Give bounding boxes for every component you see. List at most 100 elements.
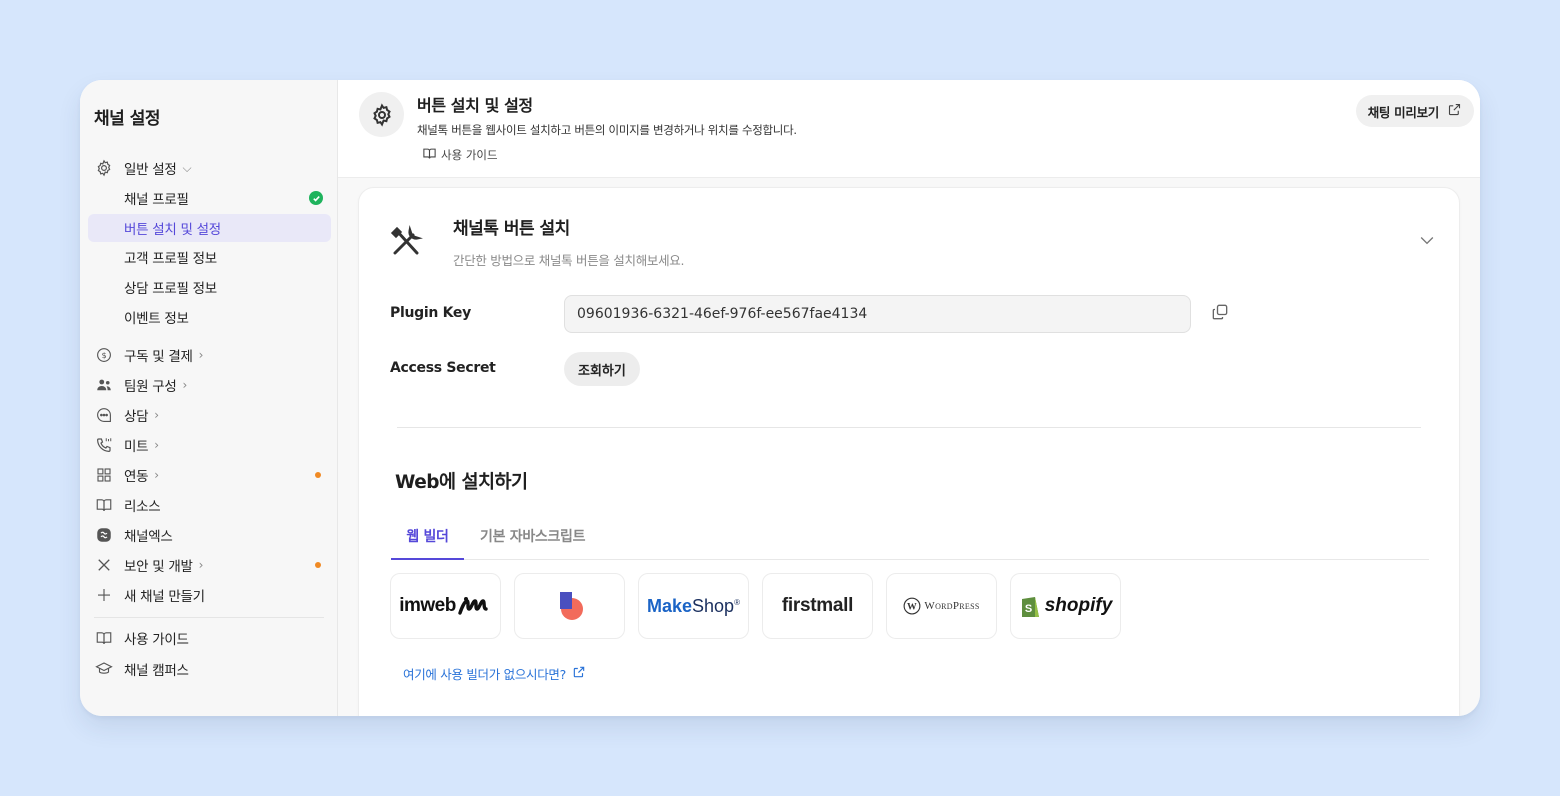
sidebar-item-label: 채널엑스 bbox=[124, 529, 173, 545]
builder-imweb[interactable]: imweb bbox=[390, 573, 501, 639]
book-icon bbox=[422, 146, 437, 164]
check-circle-icon bbox=[309, 191, 323, 205]
sidebar-title: 채널 설정 bbox=[94, 109, 160, 129]
notification-dot bbox=[315, 472, 321, 478]
channelx-icon bbox=[94, 525, 114, 545]
svg-text:S: S bbox=[1025, 603, 1032, 615]
install-tabs: 웹 빌더 기본 자바스크립트 bbox=[391, 522, 1429, 560]
app-window: 채널 설정 일반 설정 ⌵ 채널 프로필 버튼 설치 및 설정 고객 프로필 정… bbox=[80, 80, 1480, 716]
sidebar-item-channelx[interactable]: 채널엑스 bbox=[88, 521, 331, 549]
gear-icon bbox=[359, 92, 404, 137]
sidebar-item-label: 미트 bbox=[124, 439, 149, 455]
sidebar-item-label: 팀원 구성 bbox=[124, 379, 177, 395]
shopify-logo: S shopify bbox=[1019, 593, 1112, 619]
guide-link-label: 사용 가이드 bbox=[441, 148, 498, 162]
sidebar-item-billing[interactable]: $ 구독 및 결제 › bbox=[88, 341, 331, 369]
chat-preview-button[interactable]: 채팅 미리보기 bbox=[1355, 95, 1474, 127]
page-title: 버튼 설치 및 설정 bbox=[417, 96, 533, 115]
chevron-down-icon: ⌵ bbox=[182, 160, 192, 175]
chevron-right-icon: › bbox=[154, 438, 159, 452]
chevron-right-icon: › bbox=[182, 378, 187, 392]
phone-icon bbox=[94, 435, 114, 455]
makeshop-logo: MakeShop® bbox=[647, 595, 740, 616]
sidebar-item-label: 연동 bbox=[124, 469, 149, 485]
sidebar-item-label: 상담 bbox=[124, 409, 149, 425]
builder-makeshop[interactable]: MakeShop® bbox=[638, 573, 749, 639]
sidebar-item-guide[interactable]: 사용 가이드 bbox=[88, 624, 331, 652]
external-link-icon bbox=[1447, 102, 1462, 120]
sidebar-item-label: 상담 프로필 정보 bbox=[124, 281, 217, 297]
chat-preview-label: 채팅 미리보기 bbox=[1367, 104, 1440, 120]
external-link-icon bbox=[572, 665, 586, 682]
tab-basic-javascript[interactable]: 기본 자바스크립트 bbox=[480, 526, 586, 560]
sidebar-item-label: 채널 캠퍼스 bbox=[124, 663, 189, 679]
builder-wordpress[interactable]: W WordPress bbox=[886, 573, 997, 639]
sidebar-item-meet[interactable]: 미트 › bbox=[88, 431, 331, 459]
main-content: 버튼 설치 및 설정 채널톡 버튼을 웹사이트 설치하고 버튼의 이미지를 변경… bbox=[338, 80, 1480, 716]
sidebar: 채널 설정 일반 설정 ⌵ 채널 프로필 버튼 설치 및 설정 고객 프로필 정… bbox=[80, 80, 338, 716]
chevron-down-icon[interactable] bbox=[1417, 230, 1437, 250]
book-icon bbox=[94, 628, 114, 648]
page-header: 버튼 설치 및 설정 채널톡 버튼을 웹사이트 설치하고 버튼의 이미지를 변경… bbox=[338, 80, 1480, 178]
install-card: 채널톡 버튼 설치 간단한 방법으로 채널톡 버튼을 설치해보세요. Plugi… bbox=[358, 187, 1460, 716]
copy-icon[interactable] bbox=[1210, 302, 1232, 324]
wordpress-logo: W WordPress bbox=[903, 597, 979, 615]
plugin-key-label: Plugin Key bbox=[390, 305, 471, 321]
builder-firstmall[interactable]: firstmall bbox=[762, 573, 873, 639]
sidebar-item-consult[interactable]: 상담 › bbox=[88, 401, 331, 429]
builder-shopify[interactable]: S shopify bbox=[1010, 573, 1121, 639]
sidebar-item-label: 리소스 bbox=[124, 499, 161, 515]
imweb-logo: imweb bbox=[399, 595, 492, 617]
sidebar-item-customer-profile[interactable]: 고객 프로필 정보 bbox=[88, 243, 331, 271]
sidebar-item-label: 고객 프로필 정보 bbox=[124, 251, 217, 267]
sidebar-item-integration[interactable]: 연동 › bbox=[88, 461, 331, 489]
sidebar-item-consult-profile[interactable]: 상담 프로필 정보 bbox=[88, 273, 331, 301]
svg-text:W: W bbox=[907, 601, 917, 612]
sidebar-item-security[interactable]: 보안 및 개발 › bbox=[88, 551, 331, 579]
sidebar-item-label: 새 채널 만들기 bbox=[124, 589, 205, 605]
access-secret-label: Access Secret bbox=[390, 360, 496, 376]
tools-icon bbox=[94, 555, 114, 575]
chevron-right-icon: › bbox=[154, 408, 159, 422]
sidebar-item-campus[interactable]: 채널 캠퍼스 bbox=[88, 655, 331, 683]
gear-icon bbox=[94, 158, 114, 178]
sidebar-item-label: 사용 가이드 bbox=[124, 632, 189, 648]
sidebar-item-label: 버튼 설치 및 설정 bbox=[124, 222, 221, 238]
sidebar-item-label: 채널 프로필 bbox=[124, 192, 189, 208]
sidebar-item-event-info[interactable]: 이벤트 정보 bbox=[88, 303, 331, 331]
sidebar-item-resources[interactable]: 리소스 bbox=[88, 491, 331, 519]
web-install-title: Web에 설치하기 bbox=[395, 472, 528, 493]
book-icon bbox=[94, 495, 114, 515]
page-description: 채널톡 버튼을 웹사이트 설치하고 버튼의 이미지를 변경하거나 위치를 수정합… bbox=[417, 123, 797, 137]
view-secret-button[interactable]: 조회하기 bbox=[564, 352, 640, 386]
sidebar-item-label: 이벤트 정보 bbox=[124, 311, 189, 327]
chevron-right-icon: › bbox=[198, 558, 204, 572]
sidebar-item-label: 일반 설정 bbox=[124, 162, 177, 178]
card-divider bbox=[397, 427, 1421, 428]
plugin-key-field[interactable] bbox=[564, 295, 1191, 333]
sidebar-divider bbox=[94, 617, 324, 618]
sidebar-item-button-install[interactable]: 버튼 설치 및 설정 bbox=[88, 214, 331, 242]
sidebar-item-new-channel[interactable]: 새 채널 만들기 bbox=[88, 581, 331, 609]
chevron-right-icon: › bbox=[198, 348, 204, 362]
sidebar-item-label: 구독 및 결제 bbox=[124, 349, 193, 365]
notification-dot bbox=[315, 562, 321, 568]
cafe24-logo bbox=[559, 592, 583, 620]
tab-web-builder[interactable]: 웹 빌더 bbox=[391, 526, 464, 560]
sidebar-item-general[interactable]: 일반 설정 ⌵ bbox=[88, 154, 331, 182]
sidebar-item-team[interactable]: 팀원 구성 › bbox=[88, 371, 331, 399]
guide-link[interactable]: 사용 가이드 bbox=[422, 146, 498, 164]
sidebar-item-label: 보안 및 개발 bbox=[124, 559, 193, 575]
grid-icon bbox=[94, 465, 114, 485]
chat-bubble-icon bbox=[94, 405, 114, 425]
plus-icon bbox=[94, 585, 114, 605]
tools-icon bbox=[389, 225, 423, 259]
no-builder-link[interactable]: 여기에 사용 빌더가 없으시다면? bbox=[403, 664, 586, 683]
firstmall-logo: firstmall bbox=[781, 595, 854, 616]
svg-text:$: $ bbox=[101, 350, 106, 360]
chevron-right-icon: › bbox=[154, 468, 159, 482]
builder-cafe24[interactable] bbox=[514, 573, 625, 639]
sidebar-item-channel-profile[interactable]: 채널 프로필 bbox=[88, 184, 331, 212]
card-subtitle: 간단한 방법으로 채널톡 버튼을 설치해보세요. bbox=[453, 253, 685, 268]
graduation-cap-icon bbox=[94, 659, 114, 679]
